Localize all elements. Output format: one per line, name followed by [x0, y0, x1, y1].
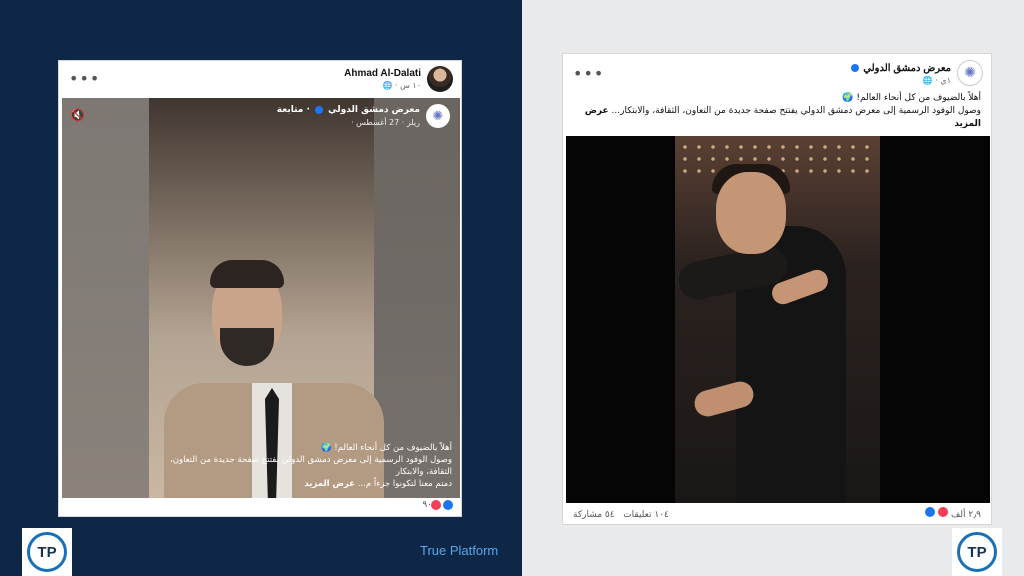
brand-name: True Platform: [420, 543, 499, 558]
author-avatar[interactable]: [427, 66, 453, 92]
reel-video[interactable]: 🔇 ✺ معرض دمشق الدولي · متابعة ريلز · 27 …: [62, 98, 460, 498]
brand-logo: TP: [22, 528, 72, 576]
post-time: ١ي · 🌐: [922, 76, 951, 85]
share-count[interactable]: ٥٤ مشاركة: [573, 510, 615, 520]
speaker-mute-icon[interactable]: 🔇: [70, 108, 86, 122]
reaction-summary[interactable]: ٩٠: [422, 500, 453, 510]
engagement-counts: ١٠٤ تعليقات ٥٤ مشاركة: [573, 510, 669, 520]
post-photo[interactable]: [566, 136, 990, 503]
post-footer: ٩٠: [59, 496, 461, 516]
video-blur-right: [374, 98, 460, 498]
tp-logo-icon: TP: [957, 532, 997, 572]
brand-logo: TP: [952, 528, 1002, 576]
page-logo-icon[interactable]: ✺: [957, 60, 983, 86]
more-options-icon[interactable]: •••: [573, 64, 604, 83]
reel-meta: ريلز · 27 أغسطس ·: [351, 118, 420, 127]
more-options-icon[interactable]: •••: [69, 69, 100, 88]
love-reaction-icon: [431, 500, 441, 510]
reaction-summary[interactable]: ٢٫٩ ألف: [925, 507, 981, 520]
post-header: ••• ✺ معرض دمشق الدولي ١ي · 🌐: [563, 54, 991, 88]
reel-caption: أهلاً بالضيوف من كل أنحاء العالم! 🌍 وصول…: [152, 442, 452, 490]
like-reaction-icon: [443, 500, 453, 510]
caption-line: أهلاً بالضيوف من كل أنحاء العالم! 🌍: [321, 443, 452, 453]
see-more-link[interactable]: عرض المزيد: [304, 479, 355, 489]
comment-count[interactable]: ١٠٤ تعليقات: [623, 510, 669, 520]
like-reaction-icon: [925, 507, 936, 517]
reaction-count: ٢٫٩ ألف: [950, 510, 981, 520]
follow-link[interactable]: · متابعة: [277, 105, 310, 115]
globe-icon: 🌐: [382, 81, 393, 90]
person-face: [716, 172, 786, 254]
tp-logo-icon: TP: [27, 532, 67, 572]
page-logo-icon[interactable]: ✺: [426, 104, 450, 128]
caption-line: دمتم معنا لتكونوا جزءاً م... عرض المزيد: [304, 479, 452, 489]
verified-badge-icon: [315, 105, 324, 114]
love-reaction-icon: [938, 507, 949, 517]
page-name[interactable]: معرض دمشق الدولي: [849, 63, 951, 74]
caption-line: وصول الوفود الرسمية إلى معرض دمشق الدولي…: [169, 455, 452, 477]
page-post-card: ••• ✺ معرض دمشق الدولي ١ي · 🌐 أهلاً بالض…: [562, 53, 992, 525]
author-name[interactable]: Ahmad Al-Dalati: [344, 68, 421, 79]
post-text: أهلاً بالضيوف من كل أنحاء العالم! 🌍 وصول…: [571, 92, 981, 131]
video-blur-left: [62, 98, 149, 498]
post-header: ••• Ahmad Al-Dalati ١٠ س · 🌐: [59, 61, 461, 95]
reel-page-name[interactable]: معرض دمشق الدولي · متابعة: [277, 105, 420, 115]
shared-post-card: ••• Ahmad Al-Dalati ١٠ س · 🌐 🔇 ✺ معرض دم…: [58, 60, 462, 517]
post-text-line: وصول الوفود الرسمية إلى معرض دمشق الدولي…: [584, 106, 981, 129]
post-text-line: أهلاً بالضيوف من كل أنحاء العالم! 🌍: [842, 93, 981, 103]
person-hair: [210, 260, 284, 288]
globe-icon: 🌐: [922, 76, 933, 85]
verified-badge-icon: [850, 64, 859, 73]
post-time: ١٠ س · 🌐: [382, 81, 421, 90]
